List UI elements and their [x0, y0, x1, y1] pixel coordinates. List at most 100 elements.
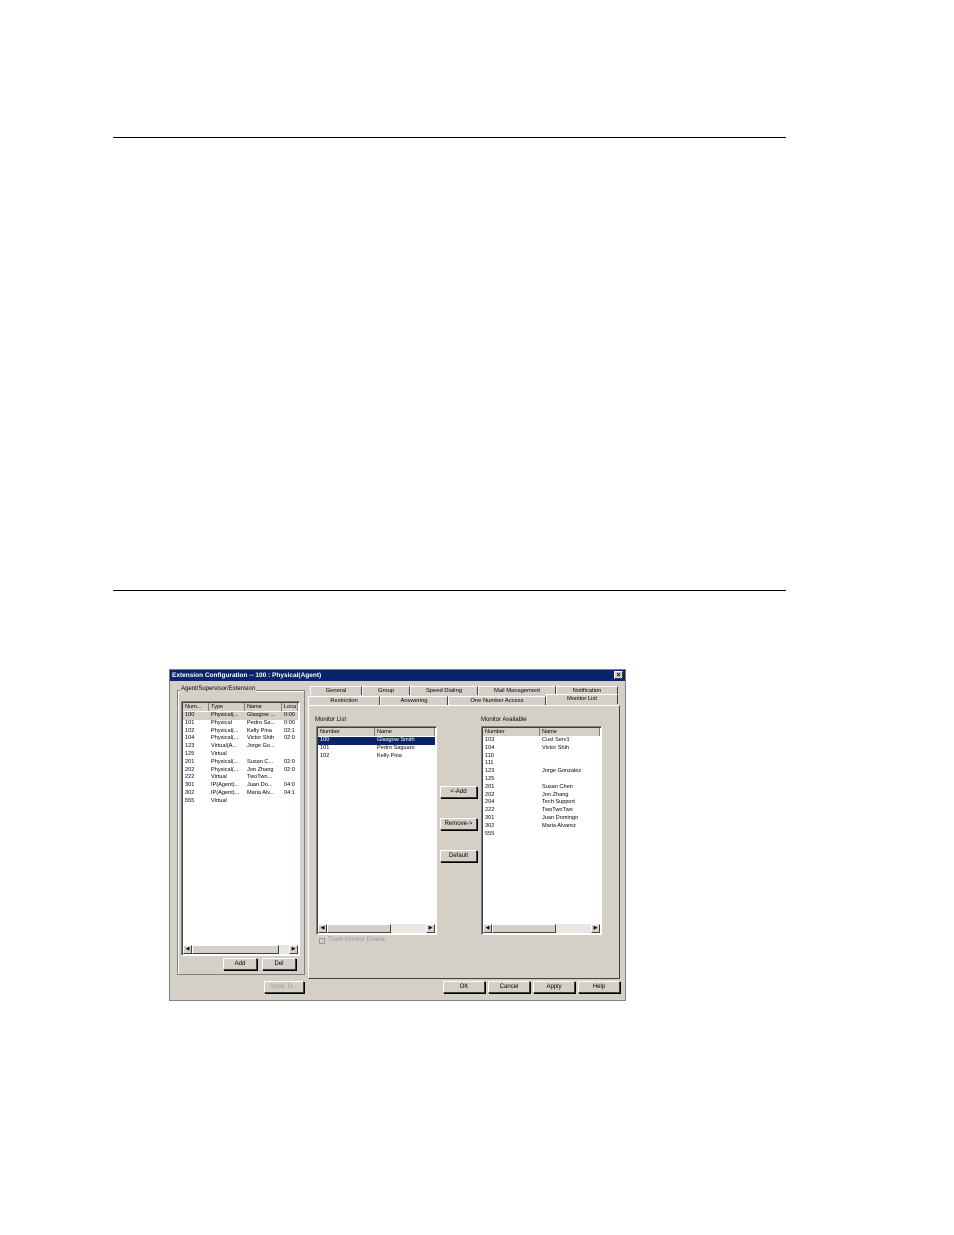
list-row[interactable]: 104 Physical(... Victor Shih 02:0	[183, 735, 298, 743]
list-row[interactable]: 125 Virtual	[183, 751, 298, 759]
scroll-left-icon[interactable]: ◀	[183, 945, 192, 954]
column-header-number[interactable]: Number	[483, 728, 540, 736]
list-cell: Jon Zhang	[247, 766, 274, 773]
list-cell: Physical	[211, 719, 232, 726]
column-header-number[interactable]: Number	[318, 728, 375, 736]
list-row[interactable]: 101 Physical Pedro Sa... 0:00	[183, 720, 298, 728]
list-cell: Jorge Gonzalez	[542, 768, 582, 775]
list-row[interactable]: 102 Physical(... Kelly Pina 02:1	[183, 728, 298, 736]
list-cell: 04:0	[284, 782, 295, 789]
window-title: Extension Configuration -- 100 : Physica…	[172, 672, 322, 679]
tab-group[interactable]: Group	[362, 686, 410, 695]
list-cell: 100	[185, 712, 195, 718]
scroll-thumb[interactable]	[192, 945, 279, 954]
list-cell: 104	[185, 735, 195, 742]
tab-monitor-list[interactable]: Monitor List	[546, 694, 618, 704]
tab-answering[interactable]: Answering	[380, 696, 448, 705]
top-rule	[113, 137, 786, 138]
default-button[interactable]: Default	[440, 850, 477, 862]
list-cell: 02:0	[284, 735, 295, 742]
list-cell: 204	[485, 799, 495, 806]
list-row[interactable]: 302 IP(Agent)... Maria Alv... 04:1	[183, 790, 298, 798]
list-cell: Virtual	[211, 774, 227, 781]
tab-general[interactable]: General	[310, 686, 362, 695]
remove-from-monitor-button[interactable]: Remove->	[440, 818, 477, 830]
list-cell: Susan Chen	[542, 783, 573, 790]
scroll-right-icon[interactable]: ▶	[591, 924, 600, 933]
scroll-thumb[interactable]	[492, 924, 556, 933]
list-row[interactable]: 222 TwoTwoTwo	[483, 807, 600, 815]
list-row[interactable]: 555 Virtual	[183, 798, 298, 806]
monitor-available-header: Number Name	[483, 728, 600, 736]
extension-list-scrollbar[interactable]: ◀ ▶	[183, 945, 298, 954]
list-row[interactable]: 204 Tech Support	[483, 799, 600, 807]
list-cell: Jon Zhang	[542, 791, 569, 798]
list-cell: IP(Agent)...	[211, 782, 240, 789]
list-row[interactable]: 111	[483, 760, 600, 768]
add-to-monitor-button[interactable]: <-Add	[440, 786, 477, 798]
column-header-name[interactable]: Name	[540, 728, 600, 736]
scroll-right-icon[interactable]: ▶	[289, 945, 298, 954]
column-header-name[interactable]: Name	[245, 703, 282, 711]
list-cell: 201	[485, 783, 495, 790]
column-header-type[interactable]: Type	[209, 703, 245, 711]
list-row[interactable]: 104 Victor Shih	[483, 745, 600, 753]
tab-mail-management[interactable]: Mail Management	[478, 686, 556, 695]
list-row[interactable]: 123 Jorge Gonzalez	[483, 768, 600, 776]
list-cell: Physical(...	[211, 735, 239, 742]
delete-extension-button[interactable]: Del	[262, 958, 296, 970]
list-cell: 125	[185, 751, 195, 757]
scroll-left-icon[interactable]: ◀	[483, 924, 492, 933]
list-cell: 04:1	[284, 790, 295, 796]
list-cell: 222	[185, 774, 195, 781]
list-row[interactable]: 201 Susan Chen	[483, 784, 600, 792]
list-row[interactable]: 201 Physical(... Susan C... 02:0	[183, 759, 298, 767]
list-row[interactable]: 302 Maria Alvarez	[483, 823, 600, 831]
monitor-available-scrollbar[interactable]: ◀ ▶	[483, 924, 600, 933]
list-cell: Juan Domingo	[542, 815, 579, 821]
list-cell: 125	[485, 776, 495, 782]
list-row[interactable]: 101 Pedro Saguaro	[318, 745, 435, 753]
help-button[interactable]: Help	[578, 981, 620, 993]
list-cell: Physical(...	[211, 758, 239, 765]
monitor-list-scrollbar[interactable]: ◀ ▶	[318, 924, 435, 933]
list-row[interactable]: 202 Jon Zhang	[483, 792, 600, 800]
list-row[interactable]: 103 Cust Serv1	[483, 737, 600, 745]
tab-speed-dialing[interactable]: Speed Dialing	[410, 686, 478, 695]
column-header-number[interactable]: Num...	[183, 703, 209, 711]
apply-to-button[interactable]: Apply To...	[264, 981, 304, 993]
close-icon[interactable]: ×	[614, 671, 623, 679]
scroll-left-icon[interactable]: ◀	[318, 924, 327, 933]
list-row[interactable]: 125	[483, 776, 600, 784]
list-cell: 302	[185, 790, 195, 796]
monitor-list[interactable]: Number Name 100 Glasgow Smith 101 Pedro Sag…	[316, 726, 437, 935]
list-row[interactable]: 110	[483, 753, 600, 761]
column-header-name[interactable]: Name	[375, 728, 435, 736]
extension-list[interactable]: Num... Type Name Loca 100 Physical(... Gla…	[181, 701, 300, 956]
list-row[interactable]: 123 Virtual(A... Jorge Go...	[183, 743, 298, 751]
list-row[interactable]: 222 Virtual TwoTwo...	[183, 774, 298, 782]
scroll-right-icon[interactable]: ▶	[426, 924, 435, 933]
ok-button[interactable]: OK	[443, 981, 485, 993]
list-cell: 111	[485, 760, 494, 767]
list-cell: Virtual	[211, 751, 227, 757]
trunk-monitor-checkbox[interactable]	[319, 938, 325, 944]
monitor-available-list[interactable]: Number Name 103 Cust Serv1 104 Victor Shih 1…	[481, 726, 602, 935]
column-header-location[interactable]: Loca	[282, 703, 298, 711]
tab-restriction[interactable]: Restriction	[308, 696, 380, 705]
list-row[interactable]: 555	[483, 831, 600, 839]
list-row[interactable]: 102 Kelly Pina	[318, 753, 435, 761]
list-row[interactable]: 100 Glasgow Smith	[318, 737, 435, 745]
list-row[interactable]: 202 Physical(... Jon Zhang 02:0	[183, 767, 298, 775]
list-cell: 02:0	[284, 766, 295, 773]
list-cell: 302	[485, 822, 495, 829]
bottom-rule	[113, 590, 786, 591]
cancel-button[interactable]: Cancel	[488, 981, 530, 993]
scroll-thumb[interactable]	[327, 924, 391, 933]
tab-one-number-access[interactable]: One Number Access	[448, 696, 546, 705]
apply-button[interactable]: Apply	[533, 981, 575, 993]
add-extension-button[interactable]: Add	[223, 958, 257, 970]
list-row[interactable]: 301 Juan Domingo	[483, 815, 600, 823]
list-row[interactable]: 301 IP(Agent)... Juan Do... 04:0	[183, 782, 298, 790]
list-row[interactable]: 100 Physical(... Glasgow ... 0:00	[183, 712, 298, 720]
